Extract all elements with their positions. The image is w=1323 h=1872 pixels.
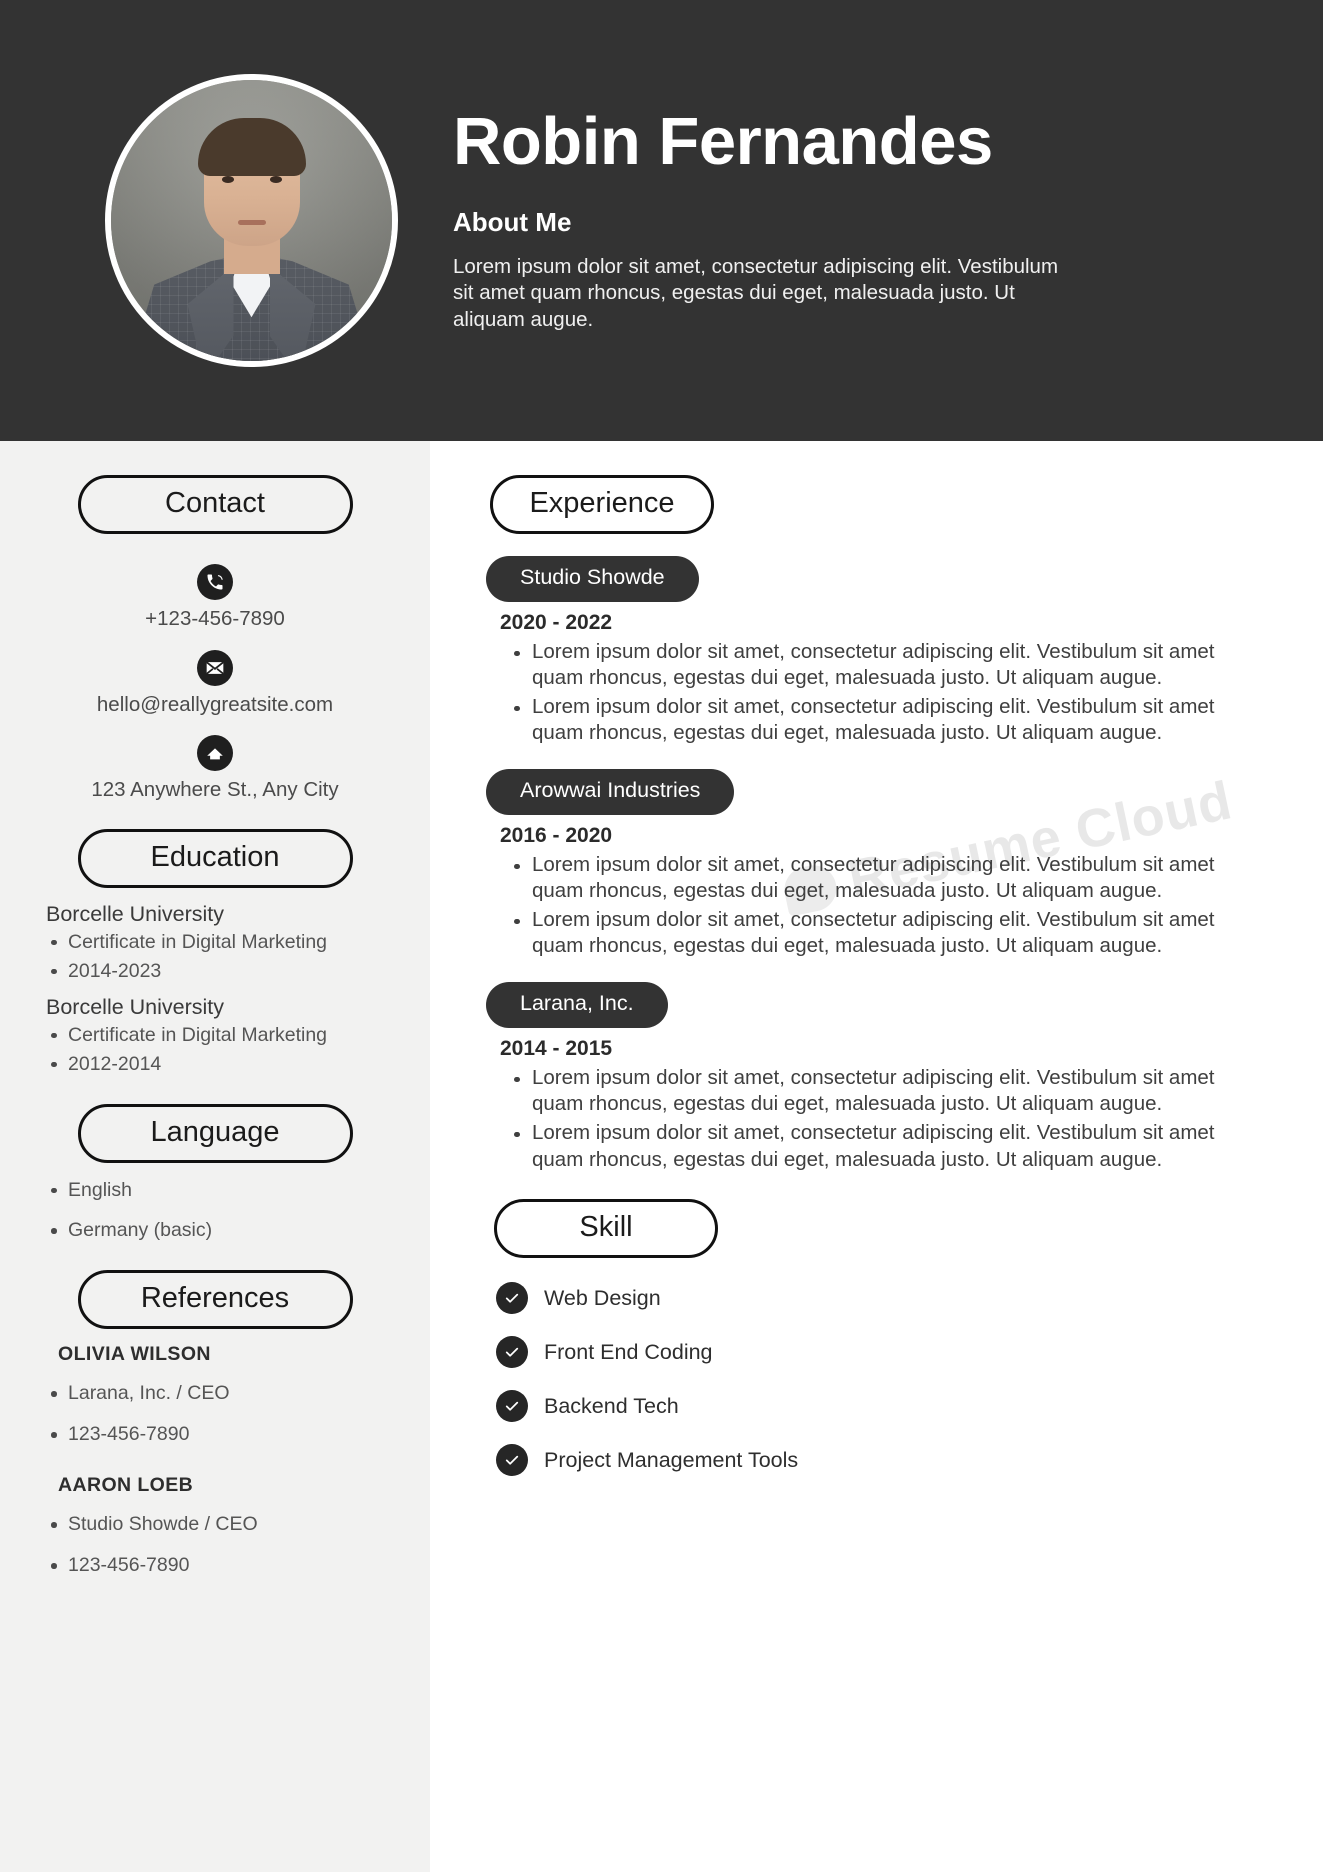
education-entry: Borcelle University Certificate in Digit…	[46, 902, 398, 985]
skill-label: Backend Tech	[544, 1393, 679, 1418]
list-item: Lorem ipsum dolor sit amet, consectetur …	[514, 852, 1271, 905]
experience-company: Studio Showde	[486, 556, 699, 602]
list-item: 2014-2023	[51, 958, 398, 985]
list-item: English	[51, 1177, 398, 1204]
list-item: Lorem ipsum dolor sit amet, consectetur …	[514, 1065, 1271, 1118]
about-me-text: Lorem ipsum dolor sit amet, consectetur …	[453, 254, 1059, 331]
skill-item: Front End Coding	[496, 1336, 1271, 1369]
main-column: Resume Cloud Experience Studio Showde 20…	[430, 441, 1323, 1872]
contact-phone-value: +123-456-7890	[145, 607, 285, 630]
section-education: Education Borcelle University Certificat…	[32, 828, 398, 1078]
contact-list: +123-456-7890 hello@reallygreatsite.com	[32, 564, 398, 803]
contact-email-value: hello@reallygreatsite.com	[96, 692, 334, 716]
skill-label: Front End Coding	[544, 1339, 713, 1364]
section-heading-contact: Contact	[77, 475, 353, 534]
skill-item: Web Design	[496, 1282, 1271, 1315]
experience-bullets: Lorem ipsum dolor sit amet, consectetur …	[486, 852, 1271, 961]
photo-eye-left	[221, 176, 234, 183]
reference-name: OLIVIA WILSON	[58, 1343, 211, 1366]
list-item: Lorem ipsum dolor sit amet, consectetur …	[514, 907, 1271, 960]
list-item: 2012-2014	[51, 1051, 398, 1078]
experience-company: Larana, Inc.	[486, 982, 668, 1028]
section-heading-skill: Skill	[494, 1199, 718, 1259]
reference-entry: AARON LOEB Studio Showde / CEO 123-456-7…	[46, 1474, 398, 1579]
education-bullets: Certificate in Digital Marketing 2014-20…	[46, 929, 398, 985]
avatar	[105, 74, 398, 367]
experience-bullets: Lorem ipsum dolor sit amet, consectetur …	[486, 1065, 1271, 1174]
check-icon	[496, 1444, 528, 1477]
education-body: Borcelle University Certificate in Digit…	[32, 888, 398, 1078]
resume-header: Robin Fernandes About Me Lorem ipsum dol…	[0, 0, 1323, 441]
home-icon	[197, 735, 233, 772]
list-item: Certificate in Digital Marketing	[51, 1022, 398, 1049]
contact-email: hello@reallygreatsite.com	[32, 649, 398, 718]
reference-bullets: Studio Showde / CEO 123-456-7890	[46, 1511, 398, 1579]
email-icon	[197, 649, 233, 686]
check-icon	[496, 1390, 528, 1423]
language-list: English Germany (basic)	[46, 1177, 398, 1245]
resume-page: Robin Fernandes About Me Lorem ipsum dol…	[0, 0, 1323, 1872]
list-item: Germany (basic)	[51, 1217, 398, 1244]
skill-list: Web Design Front End Coding Backend Tech…	[486, 1282, 1271, 1477]
photo-mouth	[237, 220, 266, 225]
contact-address-value: 123 Anywhere St., Any City	[91, 778, 339, 802]
avatar-photo	[111, 80, 392, 361]
contact-phone: +123-456-7890	[32, 564, 398, 632]
experience-entry: Larana, Inc. 2014 - 2015 Lorem ipsum dol…	[486, 982, 1271, 1173]
skill-label: Project Management Tools	[544, 1447, 799, 1472]
list-item: Certificate in Digital Marketing	[51, 929, 398, 956]
reference-name: AARON LOEB	[58, 1474, 194, 1497]
check-icon	[496, 1336, 528, 1369]
reference-bullets: Larana, Inc. / CEO 123-456-7890	[46, 1380, 398, 1448]
skill-label: Web Design	[544, 1285, 661, 1310]
contact-address: 123 Anywhere St., Any City	[32, 735, 398, 803]
list-item: 123-456-7890	[51, 1552, 398, 1579]
about-me-heading: About Me	[453, 206, 572, 237]
section-skill: Skill Web Design Front End Coding Backen…	[486, 1199, 1271, 1477]
skill-item: Backend Tech	[496, 1390, 1271, 1423]
phone-icon	[197, 564, 233, 600]
experience-entry: Arowwai Industries 2016 - 2020 Lorem ips…	[486, 769, 1271, 960]
photo-hair	[197, 118, 306, 176]
list-item: Lorem ipsum dolor sit amet, consectetur …	[514, 1120, 1271, 1173]
section-heading-references: References	[77, 1270, 353, 1330]
header-text-block: Robin Fernandes About Me Lorem ipsum dol…	[453, 108, 1133, 334]
list-item: Studio Showde / CEO	[51, 1511, 398, 1538]
resume-body: Contact +123-456-7890 hello@reallygreats…	[0, 441, 1323, 1872]
experience-company: Arowwai Industries	[486, 769, 735, 815]
references-body: OLIVIA WILSON Larana, Inc. / CEO 123-456…	[32, 1329, 398, 1579]
education-entry: Borcelle University Certificate in Digit…	[46, 995, 398, 1078]
experience-dates: 2014 - 2015	[500, 1036, 613, 1060]
section-references: References OLIVIA WILSON Larana, Inc. / …	[32, 1270, 398, 1579]
experience-bullets: Lorem ipsum dolor sit amet, consectetur …	[486, 639, 1271, 748]
education-school: Borcelle University	[46, 994, 225, 1019]
experience-dates: 2016 - 2020	[500, 823, 613, 847]
list-item: 123-456-7890	[51, 1421, 398, 1448]
section-heading-experience: Experience	[490, 475, 714, 534]
section-heading-education: Education	[77, 828, 353, 888]
check-icon	[496, 1282, 528, 1315]
sidebar: Contact +123-456-7890 hello@reallygreats…	[0, 441, 430, 1872]
section-language: Language English Germany (basic)	[32, 1103, 398, 1245]
list-item: Lorem ipsum dolor sit amet, consectetur …	[514, 639, 1271, 692]
photo-brow-right	[265, 166, 286, 170]
education-bullets: Certificate in Digital Marketing 2012-20…	[46, 1022, 398, 1078]
language-body: English Germany (basic)	[32, 1163, 398, 1245]
list-item: Larana, Inc. / CEO	[51, 1380, 398, 1407]
list-item: Lorem ipsum dolor sit amet, consectetur …	[514, 694, 1271, 747]
section-heading-language: Language	[77, 1103, 353, 1163]
photo-eye-right	[269, 176, 282, 183]
experience-entry: Studio Showde 2020 - 2022 Lorem ipsum do…	[486, 556, 1271, 747]
photo-brow-left	[217, 166, 238, 170]
education-school: Borcelle University	[46, 901, 225, 926]
page-title: Robin Fernandes	[453, 103, 993, 179]
reference-entry: OLIVIA WILSON Larana, Inc. / CEO 123-456…	[46, 1343, 398, 1448]
skill-item: Project Management Tools	[496, 1444, 1271, 1477]
experience-dates: 2020 - 2022	[500, 610, 613, 634]
